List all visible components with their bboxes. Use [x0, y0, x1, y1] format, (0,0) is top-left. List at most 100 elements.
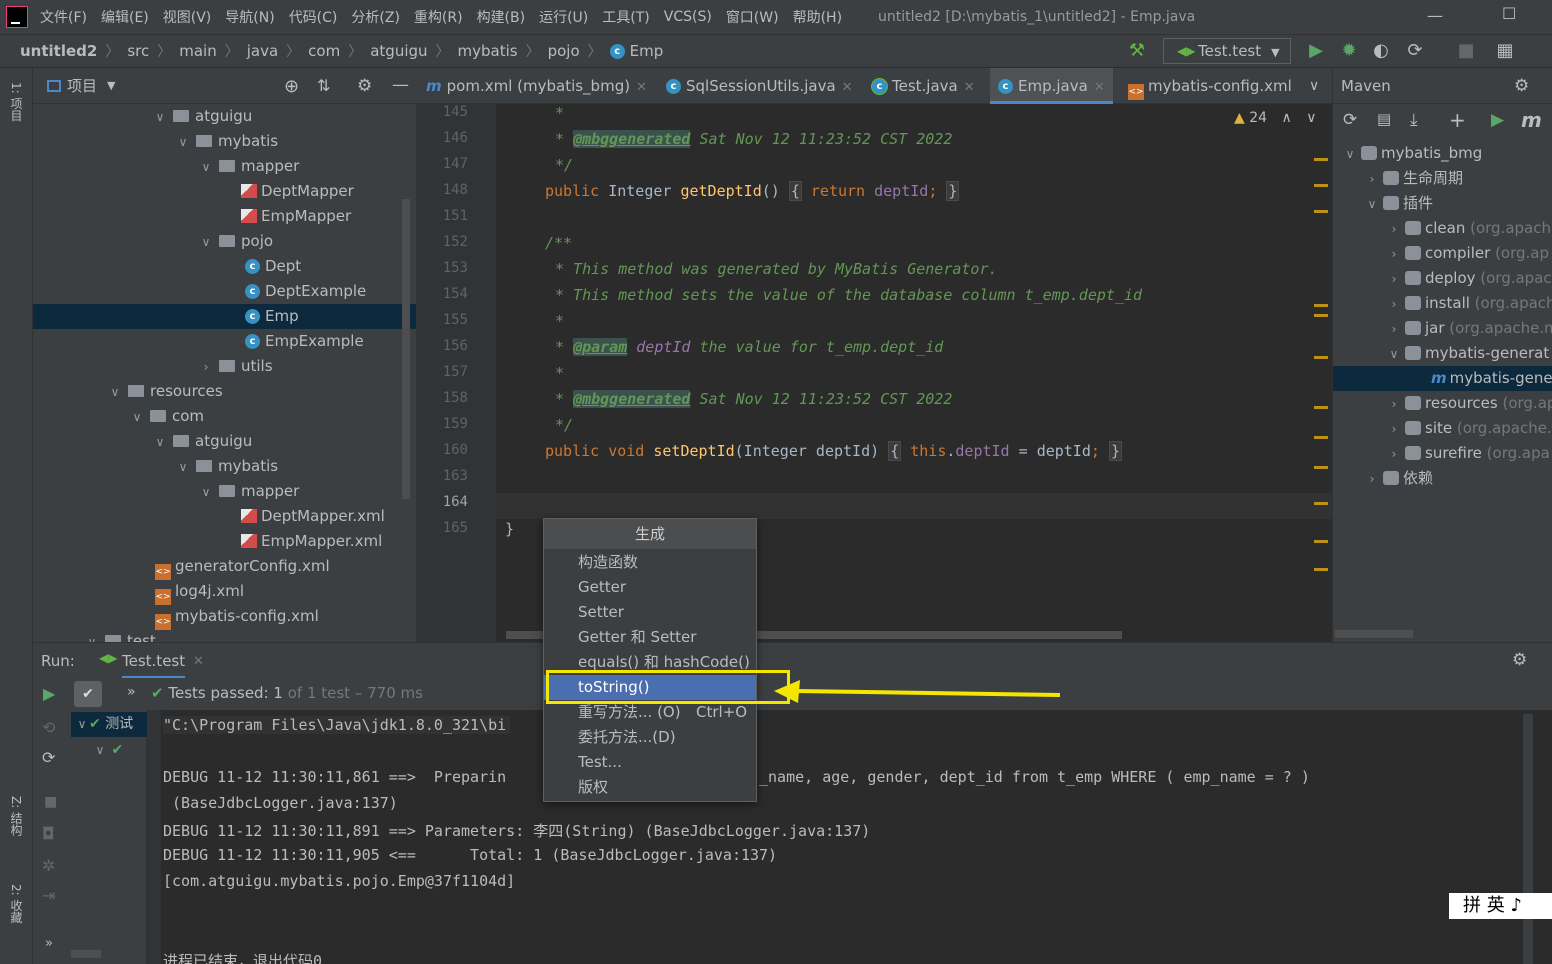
generate-delegate-item[interactable]: 委托方法...(D) — [544, 725, 756, 750]
structure-tool-button[interactable]: Z: 结构 — [8, 796, 25, 836]
menu-help[interactable]: 帮助(H) — [793, 7, 842, 27]
menu-file[interactable]: 文件(F) — [40, 7, 87, 27]
rerun-failed-icon[interactable]: ⟳ — [42, 748, 55, 767]
menu-vcs[interactable]: VCS(S) — [664, 9, 712, 25]
project-panel-title[interactable]: 项目 — [67, 75, 97, 96]
test-tree-node[interactable]: ∨ ✔ — [93, 738, 124, 763]
generate-getter-item[interactable]: Getter — [544, 575, 756, 600]
tree-node[interactable]: ∨ pojo — [33, 229, 416, 254]
breadcrumb-item[interactable]: Emp — [630, 42, 664, 60]
favorites-tool-button[interactable]: 2: 收藏 — [8, 884, 25, 924]
tree-node[interactable]: ∨ mybatis — [33, 129, 416, 154]
tree-node[interactable]: ∨ com — [33, 404, 416, 429]
locate-icon[interactable]: ⊕ — [284, 76, 299, 97]
tab-emp-java[interactable]: c Emp.java ✕ — [990, 68, 1113, 104]
maximize-icon[interactable]: ☐ — [1502, 4, 1516, 23]
breadcrumb-item[interactable]: pojo — [548, 42, 580, 60]
console-output[interactable]: "C:\Program Files\Java\jdk1.8.0_321\bi D… — [147, 710, 1552, 964]
tree-scrollbar[interactable] — [402, 199, 410, 499]
history-icon[interactable]: ⟲ — [42, 718, 55, 737]
maven-node-selected[interactable]: m mybatis-gene — [1333, 366, 1552, 391]
test-tree-root[interactable]: ∨ ✔ 测试 — [71, 712, 147, 737]
inspection-warnings[interactable]: ▲ 24 ∧ ∨ — [1234, 110, 1316, 126]
generate-getter-setter-item[interactable]: Getter 和 Setter — [544, 625, 756, 650]
maven-node[interactable]: › deploy (org.apac — [1333, 266, 1552, 291]
menu-refactor[interactable]: 重构(R) — [414, 7, 463, 27]
tab-test-java[interactable]: c Test.java ✕ — [872, 68, 975, 104]
menu-window[interactable]: 窗口(W) — [726, 7, 779, 27]
stop-icon[interactable]: ■ — [1456, 41, 1476, 61]
menu-code[interactable]: 代码(C) — [289, 7, 338, 27]
build-hammer-icon[interactable]: ⚒ — [1127, 41, 1147, 61]
settings-icon[interactable]: ✲ — [42, 856, 55, 875]
test-tree-scrollbar[interactable] — [71, 950, 101, 958]
menu-build[interactable]: 构建(B) — [477, 7, 526, 27]
exit-icon[interactable]: ⇥ — [42, 886, 55, 905]
tree-node[interactable]: c Dept — [33, 254, 416, 279]
run-tab[interactable]: Test.test — [122, 652, 186, 679]
maven-node[interactable]: › 生命周期 — [1333, 166, 1552, 191]
menu-edit[interactable]: 编辑(E) — [101, 7, 149, 27]
console-scrollbar[interactable] — [1523, 714, 1533, 964]
tree-node[interactable]: ∨ atguigu — [33, 429, 416, 454]
tree-node[interactable]: c DeptExample — [33, 279, 416, 304]
tree-node[interactable]: c EmpExample — [33, 329, 416, 354]
generate-setter-item[interactable]: Setter — [544, 600, 756, 625]
run-maven-icon[interactable]: ▶ — [1491, 110, 1504, 130]
generate-copyright-item[interactable]: 版权 — [544, 775, 756, 800]
minimize-icon[interactable]: — — [1427, 6, 1443, 25]
maven-node[interactable]: ∨ mybatis_bmg — [1333, 141, 1552, 166]
maven-node[interactable]: › surefire (org.apa — [1333, 441, 1552, 466]
project-structure-icon[interactable]: ▦ — [1495, 41, 1515, 61]
debug-icon[interactable]: ✹ — [1339, 41, 1359, 61]
add-icon[interactable]: + — [1449, 108, 1466, 132]
tree-node[interactable]: › utils — [33, 354, 416, 379]
ime-indicator[interactable]: 拼 英 ♪ — [1449, 893, 1552, 919]
tree-node[interactable]: ∨ mapper — [33, 154, 416, 179]
more-icon[interactable]: » — [127, 684, 136, 700]
stop-icon[interactable]: ■ — [44, 794, 57, 810]
tree-node[interactable]: EmpMapper — [33, 204, 416, 229]
maven-node[interactable]: › site (org.apache. — [1333, 416, 1552, 441]
maven-node[interactable]: › clean (org.apach — [1333, 216, 1552, 241]
tree-node[interactable]: DeptMapper.xml — [33, 504, 416, 529]
breadcrumb-item[interactable]: mybatis — [458, 42, 518, 60]
breadcrumb-item[interactable]: main — [179, 42, 216, 60]
gear-icon[interactable]: ⚙ — [357, 76, 372, 96]
run-icon[interactable]: ▶ — [1306, 41, 1326, 61]
generate-test-item[interactable]: Test... — [544, 750, 756, 775]
tree-node[interactable]: ∨ mybatis — [33, 454, 416, 479]
expand-icon[interactable]: » — [45, 936, 53, 951]
maven-node[interactable]: › install (org.apach — [1333, 291, 1552, 316]
hide-icon[interactable]: — — [392, 75, 409, 95]
maven-node[interactable]: › resources (org.ap — [1333, 391, 1552, 416]
profile-icon[interactable]: ⟳ — [1405, 41, 1425, 61]
tree-node[interactable]: <> generatorConfig.xml — [33, 554, 416, 580]
maven-goal-icon[interactable]: m — [1521, 108, 1542, 132]
reload-icon[interactable]: ⟳ — [1343, 110, 1357, 130]
close-icon[interactable]: ✕ — [193, 654, 204, 669]
breadcrumb-project[interactable]: untitled2 — [20, 42, 97, 60]
tree-node[interactable]: ∨ test — [33, 629, 416, 642]
breadcrumb-item[interactable]: src — [127, 42, 149, 60]
breadcrumb-item[interactable]: java — [247, 42, 278, 60]
maven-node[interactable]: ∨ mybatis-generat — [1333, 341, 1552, 366]
menu-tools[interactable]: 工具(T) — [602, 7, 649, 27]
breadcrumb-item[interactable]: com — [308, 42, 340, 60]
maven-node[interactable]: › jar (org.apache.m — [1333, 316, 1552, 341]
tree-node[interactable]: ∨ atguigu — [33, 104, 416, 129]
tree-node-selected[interactable]: c Emp — [33, 304, 416, 329]
tree-node[interactable]: ∨ resources — [33, 379, 416, 404]
download-icon[interactable]: ⤓ — [1410, 110, 1418, 130]
rerun-icon[interactable]: ▶ — [43, 684, 55, 703]
tree-node[interactable]: ∨ mapper — [33, 479, 416, 504]
tab-sqlsessionutils[interactable]: c SqlSessionUtils.java ✕ — [666, 68, 853, 104]
camera-icon[interactable]: ◘ — [42, 824, 55, 843]
show-passed-toggle[interactable]: ✔ — [74, 681, 102, 707]
project-tool-button[interactable]: 1: 项目 — [8, 82, 25, 122]
tree-node[interactable]: <> mybatis-config.xml — [33, 604, 416, 630]
tree-node[interactable]: EmpMapper.xml — [33, 529, 416, 554]
gear-icon[interactable]: ⚙ — [1512, 650, 1527, 670]
tree-node[interactable]: DeptMapper — [33, 179, 416, 204]
menu-navigate[interactable]: 导航(N) — [225, 7, 274, 27]
